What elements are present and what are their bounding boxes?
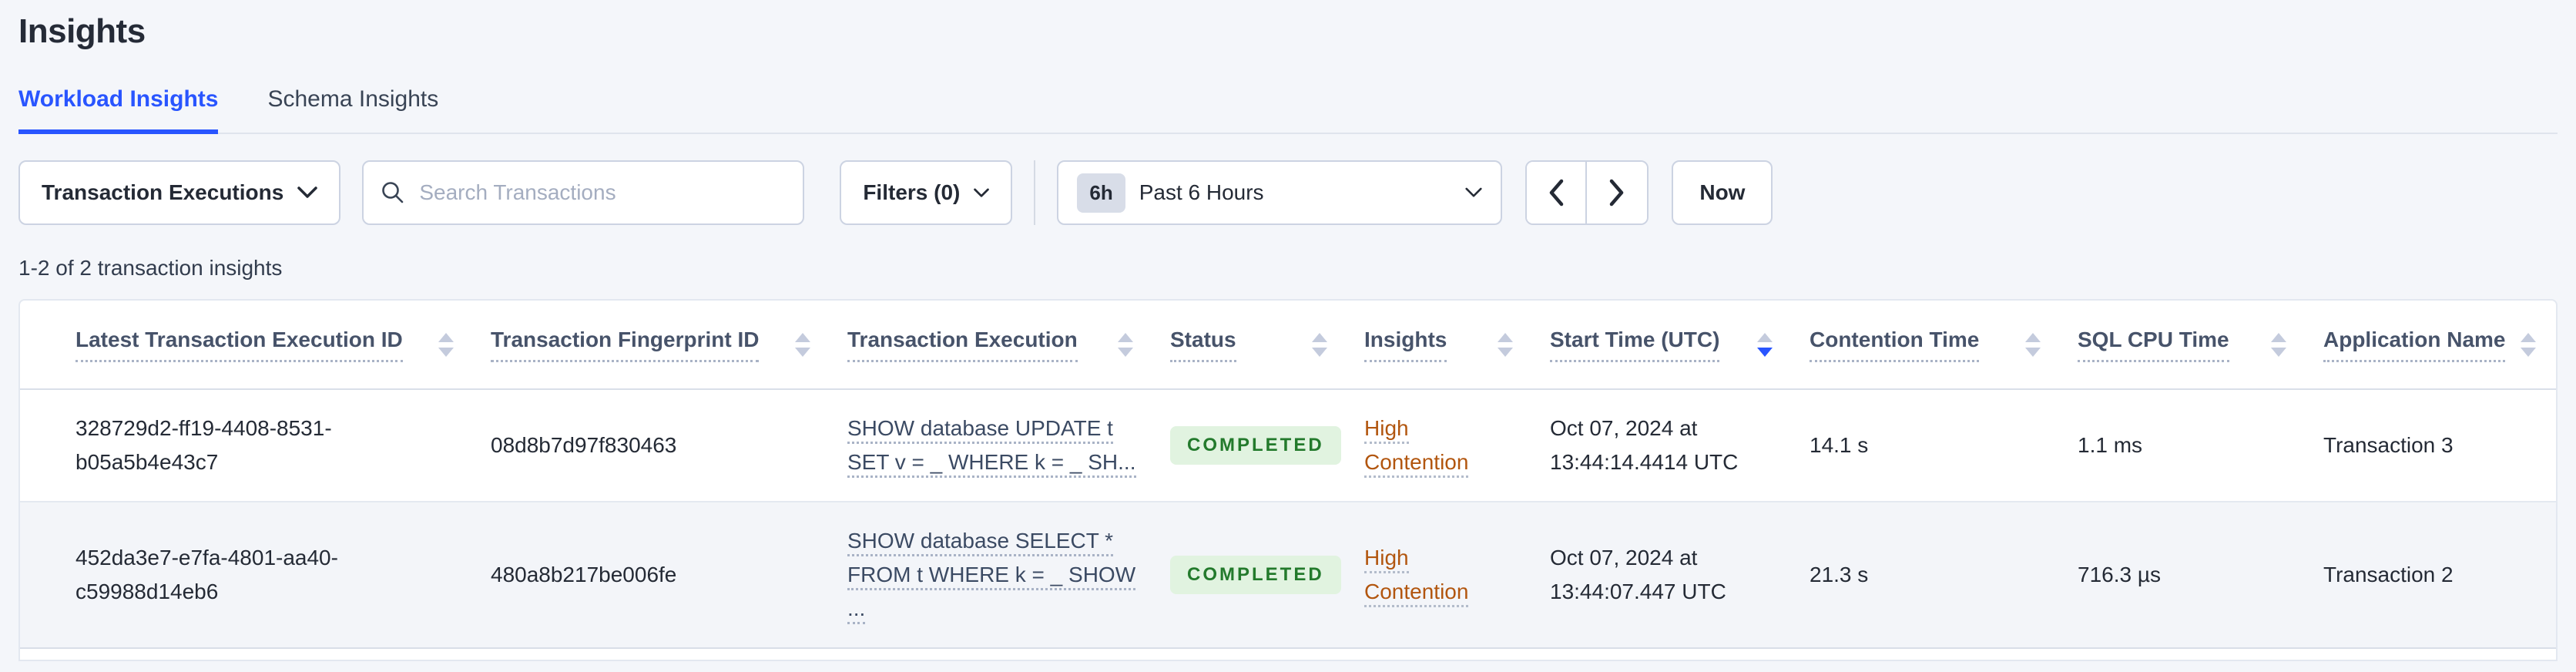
start-time-cell: Oct 07, 2024 at 13:44:07.447 UTC xyxy=(1550,502,1810,649)
insights-page: Insights Workload Insights Schema Insigh… xyxy=(0,12,2576,661)
column-header-status[interactable]: Status xyxy=(1170,301,1364,390)
column-header-application-name[interactable]: Application Name xyxy=(2323,301,2556,390)
sort-icon xyxy=(1296,332,1327,357)
sql-cpu-time-cell: 1.1 ms xyxy=(2078,389,2323,502)
page-title: Insights xyxy=(18,12,146,50)
insight-type-label: Transaction Executions xyxy=(42,180,284,204)
chevron-down-icon xyxy=(974,188,990,198)
sort-icon xyxy=(1482,332,1513,357)
filters-button[interactable]: Filters (0) xyxy=(840,160,1013,225)
application-name-cell: Transaction 3 xyxy=(2323,389,2556,502)
tab-workload-insights[interactable]: Workload Insights xyxy=(18,86,219,134)
time-range-badge: 6h xyxy=(1077,173,1125,213)
high-contention-link[interactable]: High Contention xyxy=(1364,412,1531,479)
start-time-cell: Oct 07, 2024 at 13:44:14.4414 UTC xyxy=(1550,389,1810,502)
time-range-label: Past 6 Hours xyxy=(1139,180,1264,204)
column-header-insights[interactable]: Insights xyxy=(1364,301,1550,390)
column-header-sql-cpu-time[interactable]: SQL CPU Time xyxy=(2078,301,2323,390)
transaction-execution-link[interactable]: SHOW database SELECT * FROM t WHERE k = … xyxy=(847,524,1152,626)
sort-icon xyxy=(2256,332,2286,357)
fingerprint-id-cell: 08d8b7d97f830463 xyxy=(491,389,847,502)
insight-type-select[interactable]: Transaction Executions xyxy=(18,160,341,225)
search-input[interactable] xyxy=(418,180,787,206)
time-next-button[interactable] xyxy=(1587,162,1648,223)
column-header-transaction-fingerprint-id[interactable]: Transaction Fingerprint ID xyxy=(491,301,847,390)
toolbar-divider xyxy=(1034,160,1036,225)
column-header-latest-transaction-execution-id[interactable]: Latest Transaction Execution ID xyxy=(20,301,491,390)
search-icon xyxy=(381,180,405,205)
filters-label: Filters (0) xyxy=(863,180,961,204)
application-name-cell: Transaction 2 xyxy=(2323,502,2556,649)
contention-time-cell: 14.1 s xyxy=(1810,389,2078,502)
table-row: 452da3e7-e7fa-4801-aa40- c59988d14eb6 48… xyxy=(20,502,2556,649)
status-badge: COMPLETED xyxy=(1170,556,1341,594)
fingerprint-id-cell: 480a8b217be006fe xyxy=(491,502,847,649)
sort-icon xyxy=(780,332,810,357)
now-button[interactable]: Now xyxy=(1672,160,1773,225)
sql-cpu-time-cell: 716.3 µs xyxy=(2078,502,2323,649)
contention-time-cell: 21.3 s xyxy=(1810,502,2078,649)
column-header-start-time[interactable]: Start Time (UTC) xyxy=(1550,301,1810,390)
time-range-pager xyxy=(1525,160,1649,225)
results-count: 1-2 of 2 transaction insights xyxy=(18,256,283,280)
search-box[interactable] xyxy=(362,160,805,225)
sort-icon xyxy=(2505,332,2537,357)
chevron-down-icon xyxy=(1465,187,1482,198)
sort-desc-icon xyxy=(1742,332,1773,357)
tab-schema-insights[interactable]: Schema Insights xyxy=(267,86,438,134)
transaction-execution-link[interactable]: SHOW database UPDATE t SET v = _ WHERE k… xyxy=(847,412,1152,479)
high-contention-link[interactable]: High Contention xyxy=(1364,541,1531,609)
insights-table-card: Latest Transaction Execution ID Transact… xyxy=(18,299,2558,661)
time-range-picker[interactable]: 6h Past 6 Hours xyxy=(1057,160,1503,225)
sort-icon xyxy=(423,332,454,357)
toolbar: Transaction Executions Filters (0) 6h Pa… xyxy=(18,160,2558,225)
execution-id-cell: 452da3e7-e7fa-4801-aa40- c59988d14eb6 xyxy=(20,502,491,649)
chevron-right-icon xyxy=(1608,179,1625,207)
table-row: 328729d2-ff19-4408-8531- b05a5b4e43c7 08… xyxy=(20,389,2556,502)
tab-bar: Workload Insights Schema Insights xyxy=(18,86,2558,134)
execution-id-cell: 328729d2-ff19-4408-8531- b05a5b4e43c7 xyxy=(20,389,491,502)
sort-icon xyxy=(1102,332,1133,357)
sort-icon xyxy=(2010,332,2041,357)
transaction-insights-table: Latest Transaction Execution ID Transact… xyxy=(20,301,2556,649)
table-header-row: Latest Transaction Execution ID Transact… xyxy=(20,301,2556,390)
status-badge: COMPLETED xyxy=(1170,426,1341,465)
time-prev-button[interactable] xyxy=(1527,162,1588,223)
column-header-contention-time[interactable]: Contention Time xyxy=(1810,301,2078,390)
column-header-transaction-execution[interactable]: Transaction Execution xyxy=(847,301,1170,390)
chevron-down-icon xyxy=(297,186,318,199)
chevron-left-icon xyxy=(1548,179,1565,207)
